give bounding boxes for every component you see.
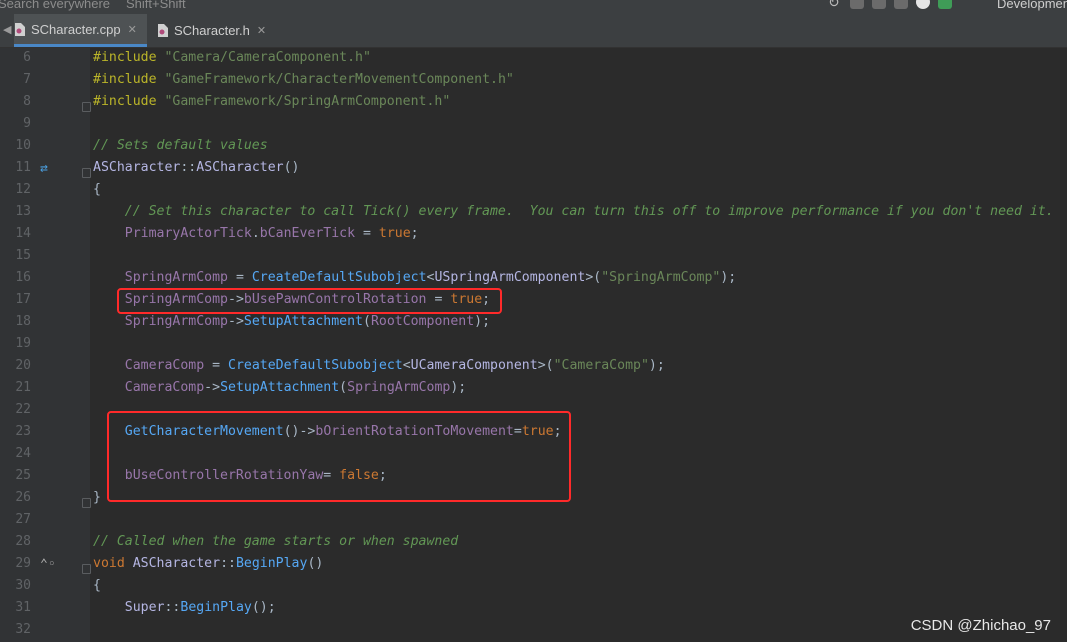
fold-marker-icon[interactable] bbox=[82, 102, 91, 112]
highlight-box-spring-arm bbox=[117, 288, 502, 314]
line-number: 14 bbox=[15, 226, 31, 241]
code-line[interactable]: 21 CameraComp->SetupAttachment(SpringArm… bbox=[0, 377, 1067, 399]
line-number: 32 bbox=[15, 622, 31, 637]
unreal-icon[interactable] bbox=[916, 0, 930, 9]
line-number: 6 bbox=[23, 50, 31, 65]
watermark: CSDN @Zhichao_97 bbox=[910, 617, 1051, 634]
code-text[interactable]: #include "GameFramework/CharacterMovemen… bbox=[93, 69, 514, 91]
top-toolbar: Search everywhere Shift+Shift ↻ Developm… bbox=[0, 0, 1067, 14]
search-shortcut-hint: Shift+Shift bbox=[126, 0, 186, 11]
code-text[interactable]: { bbox=[93, 575, 101, 597]
editor-tab-bar: ◀ SCharacter.cpp ✕ SCharacter.h ✕ bbox=[0, 14, 1067, 48]
tab-label: SCharacter.h bbox=[174, 23, 250, 38]
code-text[interactable]: ASCharacter::ASCharacter() bbox=[93, 157, 300, 179]
code-line[interactable]: 15 bbox=[0, 245, 1067, 267]
code-text[interactable]: // Called when the game starts or when s… bbox=[93, 531, 458, 553]
bug-icon[interactable] bbox=[894, 0, 908, 9]
line-number: 7 bbox=[23, 72, 31, 87]
line-number: 25 bbox=[15, 468, 31, 483]
code-line[interactable]: 7 #include "GameFramework/CharacterMoveme… bbox=[0, 69, 1067, 91]
fold-marker-icon[interactable] bbox=[82, 564, 91, 574]
line-number: 20 bbox=[15, 358, 31, 373]
code-line[interactable]: 6 #include "Camera/CameraComponent.h" bbox=[0, 47, 1067, 69]
close-icon[interactable]: ✕ bbox=[257, 24, 266, 37]
code-line[interactable]: 29 void ASCharacter::BeginPlay() bbox=[0, 553, 1067, 575]
code-text[interactable]: #include "GameFramework/SpringArmCompone… bbox=[93, 91, 450, 113]
line-number: 27 bbox=[15, 512, 31, 527]
code-line[interactable]: 18 SpringArmComp->SetupAttachment(RootCo… bbox=[0, 311, 1067, 333]
code-line[interactable]: 10 // Sets default values bbox=[0, 135, 1067, 157]
line-number: 17 bbox=[15, 292, 31, 307]
fold-marker-icon[interactable] bbox=[82, 168, 91, 178]
line-number: 16 bbox=[15, 270, 31, 285]
code-text[interactable]: #include "Camera/CameraComponent.h" bbox=[93, 47, 371, 69]
bug-icon[interactable] bbox=[850, 0, 864, 9]
line-number: 31 bbox=[15, 600, 31, 615]
fold-marker-icon[interactable] bbox=[82, 498, 91, 508]
chevron-left-icon[interactable]: ◀ bbox=[3, 23, 11, 36]
code-line[interactable]: 8 #include "GameFramework/SpringArmCompon… bbox=[0, 91, 1067, 113]
line-number: 11 bbox=[15, 160, 31, 175]
code-text[interactable]: void ASCharacter::BeginPlay() bbox=[93, 553, 323, 575]
tab-label: SCharacter.cpp bbox=[31, 21, 121, 37]
search-everywhere-label[interactable]: Search everywhere bbox=[0, 0, 110, 11]
line-number: 15 bbox=[15, 248, 31, 263]
run-configuration[interactable]: Development bbox=[997, 0, 1067, 11]
line-number: 29 bbox=[15, 556, 31, 571]
cpp-file-icon bbox=[14, 22, 25, 36]
line-number: 30 bbox=[15, 578, 31, 593]
code-text[interactable]: // Sets default values bbox=[93, 135, 268, 157]
code-line[interactable]: 9 bbox=[0, 113, 1067, 135]
line-number: 18 bbox=[15, 314, 31, 329]
line-number: 24 bbox=[15, 446, 31, 461]
code-line[interactable]: 28 // Called when the game starts or when… bbox=[0, 531, 1067, 553]
header-file-icon bbox=[157, 24, 168, 37]
code-text[interactable]: // Set this character to call Tick() eve… bbox=[93, 201, 1054, 223]
tab-scharacter-h[interactable]: SCharacter.h ✕ bbox=[157, 14, 277, 47]
code-line[interactable]: 13 // Set this character to call Tick() … bbox=[0, 201, 1067, 223]
code-line[interactable]: 31 Super::BeginPlay(); bbox=[0, 597, 1067, 619]
code-text[interactable]: { bbox=[93, 179, 101, 201]
code-line[interactable]: 30 { bbox=[0, 575, 1067, 597]
line-number: 23 bbox=[15, 424, 31, 439]
highlight-box-rotation-settings bbox=[107, 411, 571, 502]
code-text[interactable]: CameraComp->SetupAttachment(SpringArmCom… bbox=[93, 377, 466, 399]
line-number: 19 bbox=[15, 336, 31, 351]
code-line[interactable]: 19 bbox=[0, 333, 1067, 355]
bug-icon[interactable] bbox=[872, 0, 886, 9]
code-text[interactable]: CameraComp = CreateDefaultSubobject<UCam… bbox=[93, 355, 665, 377]
close-icon[interactable]: ✕ bbox=[128, 23, 137, 36]
line-number: 12 bbox=[15, 182, 31, 197]
code-line[interactable]: 11 ASCharacter::ASCharacter() bbox=[0, 157, 1067, 179]
code-text[interactable]: SpringArmComp = CreateDefaultSubobject<U… bbox=[93, 267, 736, 289]
code-line[interactable]: 27 bbox=[0, 509, 1067, 531]
override-icon[interactable]: ⌃◦ bbox=[40, 554, 56, 576]
tab-scharacter-cpp[interactable]: SCharacter.cpp ✕ bbox=[14, 14, 147, 47]
code-text[interactable]: Super::BeginPlay(); bbox=[93, 597, 276, 619]
code-text[interactable]: PrimaryActorTick.bCanEverTick = true; bbox=[93, 223, 419, 245]
line-number: 9 bbox=[23, 116, 31, 131]
line-number: 26 bbox=[15, 490, 31, 505]
code-text[interactable]: } bbox=[93, 487, 101, 509]
build-icon[interactable] bbox=[938, 0, 952, 9]
swap-icon[interactable]: ⇄ bbox=[40, 158, 48, 180]
code-text[interactable]: SpringArmComp->SetupAttachment(RootCompo… bbox=[93, 311, 490, 333]
line-number: 22 bbox=[15, 402, 31, 417]
refresh-icon[interactable]: ↻ bbox=[828, 0, 842, 9]
code-line[interactable]: 32 bbox=[0, 619, 1067, 641]
line-number: 28 bbox=[15, 534, 31, 549]
toolbar-icons: ↻ bbox=[828, 0, 952, 9]
code-line[interactable]: 14 PrimaryActorTick.bCanEverTick = true; bbox=[0, 223, 1067, 245]
code-line[interactable]: 16 SpringArmComp = CreateDefaultSubobjec… bbox=[0, 267, 1067, 289]
line-number: 10 bbox=[15, 138, 31, 153]
code-line[interactable]: 20 CameraComp = CreateDefaultSubobject<U… bbox=[0, 355, 1067, 377]
line-number: 13 bbox=[15, 204, 31, 219]
line-number: 8 bbox=[23, 94, 31, 109]
line-number: 21 bbox=[15, 380, 31, 395]
code-line[interactable]: 12 { bbox=[0, 179, 1067, 201]
